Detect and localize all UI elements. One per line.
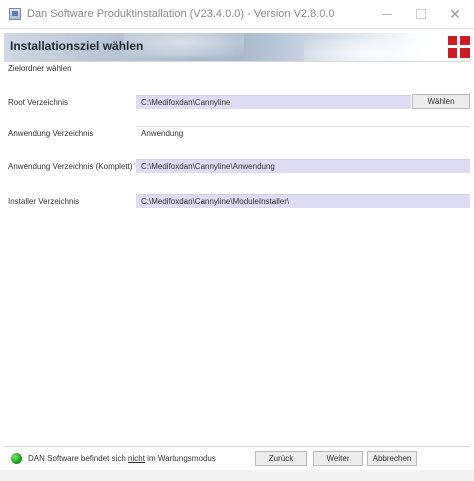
root-directory-field: C:\Medifoxdan\Cannyline	[136, 95, 411, 109]
header-divider	[4, 61, 470, 62]
app-icon	[9, 8, 21, 20]
installer-directory-label: Installer Verzeichnis	[8, 197, 80, 206]
bottom-strip	[0, 470, 474, 481]
page-title: Installationsziel wählen	[10, 39, 144, 53]
maintenance-status-text: DAN Software befindet sich nicht im Wart…	[28, 454, 216, 463]
next-button[interactable]: Weiter	[313, 451, 363, 466]
installer-directory-field: C:\Medifoxdan\Cannyline\ModuleInstaller\	[136, 194, 470, 208]
root-directory-label: Root Verzeichnis	[8, 98, 69, 107]
status-indicator-icon	[11, 453, 22, 464]
header-banner: Installationsziel wählen	[4, 33, 470, 61]
close-icon[interactable]: ✕	[438, 0, 472, 28]
choose-button[interactable]: Wählen	[412, 94, 470, 109]
maximize-icon[interactable]	[404, 0, 438, 28]
application-full-directory-label: Anwendung Verzeichnis (Komplett)	[8, 162, 133, 171]
footer-divider	[4, 446, 470, 447]
window-title: Dan Software Produktinstallation (V23.4.…	[27, 8, 335, 20]
application-full-directory-field: C:\Medifoxdan\Cannyline\Anwendung	[136, 159, 470, 173]
back-button[interactable]: Zurück	[255, 451, 307, 466]
cancel-button[interactable]: Abbrechen	[367, 451, 417, 466]
section-heading: Zielordner wählen	[8, 64, 72, 73]
application-directory-label: Anwendung Verzeichnis	[8, 129, 94, 138]
minimize-icon[interactable]	[370, 0, 404, 28]
dan-logo-icon	[448, 36, 470, 58]
application-directory-input[interactable]: Anwendung	[136, 126, 470, 140]
